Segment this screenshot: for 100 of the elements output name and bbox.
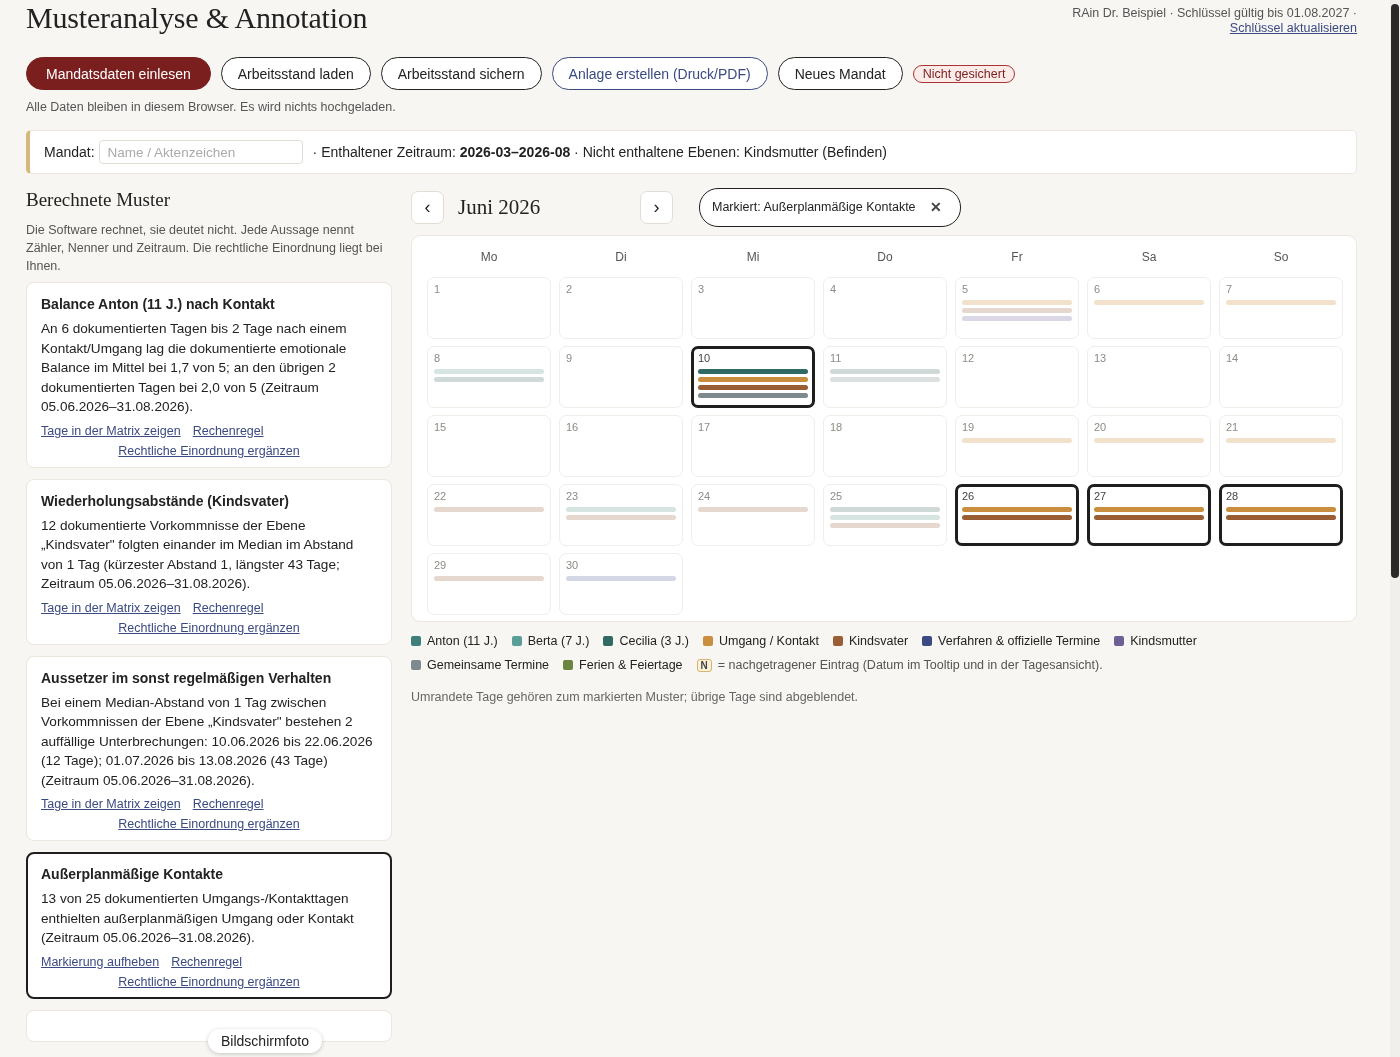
day-number: 23 bbox=[566, 490, 580, 503]
calendar-day[interactable]: 12 bbox=[955, 346, 1079, 408]
calendar-day[interactable]: 23 bbox=[559, 484, 683, 546]
calendar-day[interactable]: 6 bbox=[1087, 277, 1211, 339]
day-number: 15 bbox=[434, 421, 448, 434]
day-number: 27 bbox=[1094, 490, 1108, 503]
section-title: Berechnete Muster bbox=[26, 189, 172, 211]
calendar-day[interactable]: 8 bbox=[427, 346, 551, 408]
card-text: An 6 dokumentierten Tagen bis 2 Tage nach einem Kontakt/Umgang lag die dokumentierte emotionale Balance im Mittel bei 1,7 von 5; an den übrigen 2 dokumentierten Tagen bei 2,0 von 5 (Zeitraum 05.06.2026–31.08.2026). bbox=[41, 320, 348, 416]
scrollbar-thumb[interactable] bbox=[1391, 4, 1399, 578]
card-link[interactable]: Tage in der Matrix zeigen bbox=[41, 600, 181, 615]
marker-label: Markiert: Außerplanmäßige Kontakte bbox=[712, 200, 916, 214]
calendar-day[interactable]: 27 bbox=[1087, 484, 1211, 546]
calendar-day[interactable]: 3 bbox=[691, 277, 815, 339]
day-number: 18 bbox=[830, 421, 844, 434]
calendar-day[interactable]: 2 bbox=[559, 277, 683, 339]
calendar-day[interactable]: 17 bbox=[691, 415, 815, 477]
calendar-day[interactable]: 15 bbox=[427, 415, 551, 477]
calendar-day[interactable]: 21 bbox=[1219, 415, 1343, 477]
day-number: 30 bbox=[566, 559, 580, 572]
day-number: 7 bbox=[1226, 283, 1234, 296]
calendar-day[interactable]: 11 bbox=[823, 346, 947, 408]
calendar-day[interactable]: 19 bbox=[955, 415, 1079, 477]
weekday-label: Sa bbox=[1140, 249, 1158, 264]
calendar-day[interactable]: 25 bbox=[823, 484, 947, 546]
previous-month-button[interactable]: ‹ bbox=[411, 190, 444, 224]
card-link[interactable]: Rechtliche Einordnung ergänzen bbox=[118, 974, 300, 989]
day-number: 1 bbox=[434, 283, 442, 296]
update-key-link[interactable]: Schlüssel aktualisieren bbox=[1229, 21, 1357, 36]
card-text: 13 von 25 dokumentierten Umgangs-/Kontakttagen enthielten außerplanmäßigen Umgang oder Kontakt (Zeitraum 05.06.2026–31.08.2026). bbox=[41, 890, 355, 947]
close-icon[interactable]: ✕ bbox=[929, 199, 942, 215]
legend-label: Kindsmutter bbox=[1130, 634, 1197, 648]
weekday-label: Fr bbox=[1010, 249, 1024, 264]
legend-label: Verfahren & offizielle Termine bbox=[938, 634, 1101, 648]
calendar-day[interactable]: 20 bbox=[1087, 415, 1211, 477]
card-link[interactable]: Rechenregel bbox=[192, 797, 264, 811]
mandate-summary: · Enthaltener Zeitraum: 2026-03–2026-08 · Nicht enthaltene Ebenen: Kindsmutter (Befinden) bbox=[312, 144, 887, 160]
mandate-label: Mandat: bbox=[44, 144, 95, 160]
next-month-button[interactable]: › bbox=[640, 190, 673, 224]
weekday-label: Do bbox=[876, 249, 894, 264]
weekday-label: Mi bbox=[745, 249, 761, 264]
day-number: 25 bbox=[830, 490, 844, 503]
pattern-card[interactable] bbox=[26, 852, 392, 999]
toolbar-button[interactable]: Anlage erstellen (Druck/PDF) bbox=[551, 57, 768, 90]
card-link[interactable]: Rechenregel bbox=[192, 600, 264, 615]
card-text: 12 dokumentierte Vorkommnisse der Ebene „Kindsvater" folgten einander im Median im Abstand von 1 Tag (kürzester Abstand 1, längster 43 Tage; Zeitraum 05.06.2026–31.08.2026). bbox=[41, 516, 355, 593]
calendar-day[interactable]: 29 bbox=[427, 553, 551, 615]
month-title: Juni 2026 bbox=[457, 194, 542, 220]
day-number: 29 bbox=[434, 559, 448, 572]
calendar-day[interactable]: 10 bbox=[691, 346, 815, 408]
weekday-label: Mo bbox=[479, 249, 499, 264]
legend-label: Ferien & Feiertage bbox=[579, 658, 683, 672]
day-number: 21 bbox=[1226, 421, 1240, 434]
toolbar-button[interactable]: Mandatsdaten einlesen bbox=[26, 57, 211, 90]
card-link[interactable]: Rechtliche Einordnung ergänzen bbox=[118, 443, 300, 458]
card-link[interactable]: Rechtliche Einordnung ergänzen bbox=[118, 817, 300, 831]
calendar-day[interactable]: 14 bbox=[1219, 346, 1343, 408]
calendar-day[interactable]: 7 bbox=[1219, 277, 1343, 339]
day-number: 6 bbox=[1094, 283, 1102, 296]
page-title: Musteranalyse & Annotation bbox=[26, 0, 368, 36]
day-number: 24 bbox=[698, 490, 712, 503]
legend-label: Gemeinsame Termine bbox=[427, 658, 550, 672]
calendar-day[interactable]: 18 bbox=[823, 415, 947, 477]
weekday-label: So bbox=[1272, 249, 1290, 264]
card-title: Aussetzer im sonst regelmäßigen Verhalten bbox=[41, 668, 333, 687]
calendar-day[interactable]: 4 bbox=[823, 277, 947, 339]
calendar-day[interactable]: 1 bbox=[427, 277, 551, 339]
late-entry-badge: N bbox=[696, 658, 712, 672]
day-number: 12 bbox=[962, 352, 976, 365]
toolbar-button[interactable]: Neues Mandat bbox=[777, 57, 903, 90]
card-link[interactable]: Rechtliche Einordnung ergänzen bbox=[118, 620, 300, 635]
day-number: 9 bbox=[566, 352, 574, 365]
card-link[interactable]: Markierung aufheben bbox=[41, 954, 160, 969]
calendar-day[interactable]: 30 bbox=[559, 553, 683, 615]
weekday-label: Di bbox=[614, 249, 628, 264]
calendar-day[interactable]: 9 bbox=[559, 346, 683, 408]
day-number: 19 bbox=[962, 421, 976, 434]
card-link[interactable]: Rechenregel bbox=[192, 423, 264, 438]
calendar-day[interactable]: 5 bbox=[955, 277, 1079, 339]
day-number: 3 bbox=[698, 283, 706, 296]
legend-label: Berta (7 J.) bbox=[527, 634, 590, 648]
day-number: 20 bbox=[1094, 421, 1108, 434]
day-number: 8 bbox=[434, 352, 442, 365]
legend-label: Anton (11 J.) bbox=[427, 634, 498, 648]
toolbar-button[interactable]: Arbeitsstand laden bbox=[220, 57, 371, 90]
card-link[interactable]: Tage in der Matrix zeigen bbox=[41, 423, 181, 438]
card-link[interactable]: Rechenregel bbox=[171, 954, 243, 969]
card-link[interactable]: Tage in der Matrix zeigen bbox=[41, 797, 181, 811]
calendar-day[interactable]: 26 bbox=[955, 484, 1079, 546]
calendar-day[interactable]: 28 bbox=[1219, 484, 1343, 546]
day-number: 22 bbox=[434, 490, 448, 503]
toolbar-button[interactable]: Arbeitsstand sichern bbox=[380, 57, 542, 90]
mandate-input-field[interactable]: Name / Aktenzeichen bbox=[98, 140, 303, 164]
calendar-day[interactable]: 22 bbox=[427, 484, 551, 546]
calendar-day[interactable]: 16 bbox=[559, 415, 683, 477]
day-number: 4 bbox=[830, 283, 838, 296]
card-text: Bei einem Median-Abstand von 1 Tag zwischen Vorkommnissen der Ebene „Kindsvater" bestehen 2 auffällige Unterbrechungen: 10.06.2026 bis 22.06.2026 (12 Tage); 01.07.2026 bis 13.08.2026 (43 Tage) (Zeitraum 05.06.2026–31.08.2026). bbox=[41, 693, 374, 790]
calendar-footnote: Umrandete Tage gehören zum markierten Muster; übrige Tage sind abgeblendet. bbox=[411, 690, 860, 704]
calendar-day[interactable]: 13 bbox=[1087, 346, 1211, 408]
calendar-day[interactable]: 24 bbox=[691, 484, 815, 546]
